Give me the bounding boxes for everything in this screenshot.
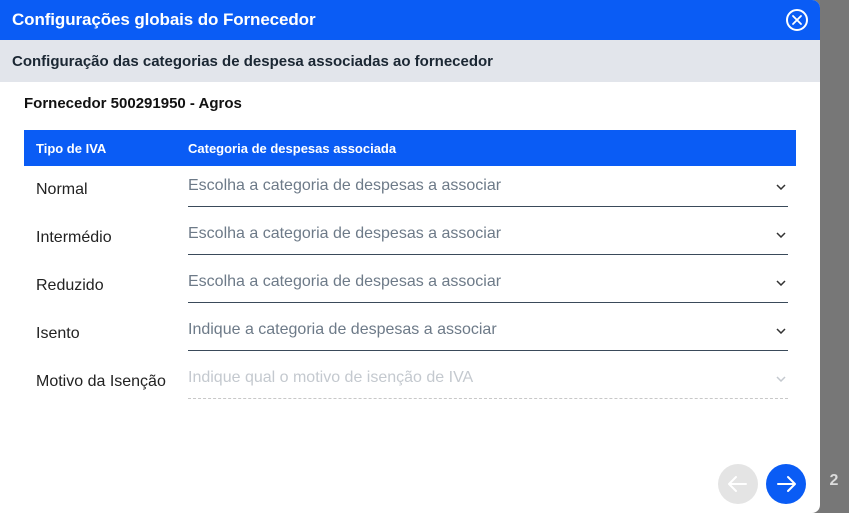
arrow-left-icon xyxy=(728,476,747,492)
category-select-exempt[interactable]: Indique a categoria de despesas a associ… xyxy=(188,310,788,351)
select-placeholder: Indique qual o motivo de isenção de IVA xyxy=(188,369,474,386)
table-row-normal: Normal Escolha a categoria de despesas a… xyxy=(24,166,796,214)
column-header-category: Categoria de despesas associada xyxy=(188,141,397,156)
chevron-down-icon xyxy=(776,328,786,334)
next-button[interactable] xyxy=(766,464,806,504)
category-select-reduced[interactable]: Escolha a categoria de despesas a associ… xyxy=(188,262,788,303)
table-row-exemption-reason: Motivo da Isenção Indique qual o motivo … xyxy=(24,358,796,406)
vat-type-label: Normal xyxy=(36,181,88,198)
previous-button xyxy=(718,464,758,504)
modal-header: Configurações globais do Fornecedor xyxy=(0,0,820,40)
modal-title: Configurações globais do Fornecedor xyxy=(12,10,316,29)
modal-backdrop xyxy=(820,0,849,513)
category-select-normal[interactable]: Escolha a categoria de despesas a associ… xyxy=(188,166,788,207)
vat-type-label: Reduzido xyxy=(36,277,104,294)
chevron-down-icon xyxy=(776,280,786,286)
section-header: Configuração das categorias de despesa a… xyxy=(0,40,820,82)
chevron-down-icon xyxy=(776,184,786,190)
step-number: 2 xyxy=(829,472,839,489)
table-row-intermediate: Intermédio Escolha a categoria de despes… xyxy=(24,214,796,262)
table-header: Tipo de IVA Categoria de despesas associ… xyxy=(24,130,796,166)
close-icon[interactable] xyxy=(786,9,808,31)
select-placeholder: Escolha a categoria de despesas a associ… xyxy=(188,225,502,242)
chevron-down-icon xyxy=(776,232,786,238)
table-row-reduced: Reduzido Escolha a categoria de despesas… xyxy=(24,262,796,310)
table-row-exempt: Isento Indique a categoria de despesas a… xyxy=(24,310,796,358)
vat-type-label: Intermédio xyxy=(36,229,112,246)
supplier-settings-modal: Configurações globais do Fornecedor Conf… xyxy=(0,0,820,513)
select-placeholder: Indique a categoria de despesas a associ… xyxy=(188,321,497,338)
exemption-reason-select: Indique qual o motivo de isenção de IVA xyxy=(188,358,788,399)
vat-type-label: Motivo da Isenção xyxy=(36,373,166,390)
column-header-vat-type: Tipo de IVA xyxy=(36,141,107,156)
arrow-right-icon xyxy=(777,476,796,492)
select-placeholder: Escolha a categoria de despesas a associ… xyxy=(188,273,502,290)
vat-type-label: Isento xyxy=(36,325,80,342)
chevron-down-icon xyxy=(776,376,786,382)
supplier-name: Fornecedor 500291950 - Agros xyxy=(24,95,242,112)
category-select-intermediate[interactable]: Escolha a categoria de despesas a associ… xyxy=(188,214,788,255)
select-placeholder: Escolha a categoria de despesas a associ… xyxy=(188,177,502,194)
